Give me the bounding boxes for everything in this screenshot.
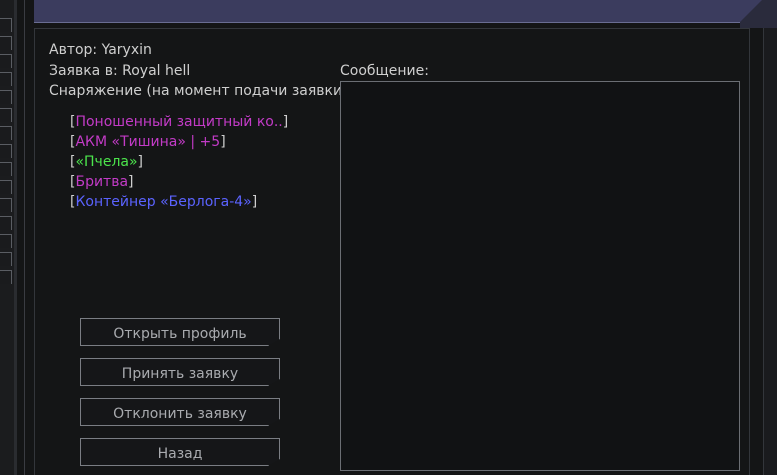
- rail-notch: [0, 36, 12, 50]
- right-edge: [763, 28, 777, 475]
- equipment-item-name: Контейнер «Берлога-4»: [75, 194, 252, 210]
- target-line: Заявка в: Royal hell: [49, 63, 191, 79]
- equipment-list: [Поношенный защитный ко..] [АКМ «Тишина»…: [70, 112, 288, 212]
- accept-button[interactable]: Принять заявку: [80, 358, 280, 386]
- header-corner: [740, 0, 777, 28]
- back-button[interactable]: Назад: [80, 438, 280, 466]
- rail-notch: [0, 144, 12, 158]
- equipment-item-name: Бритва: [75, 174, 129, 190]
- equipment-item[interactable]: [«Пчела»]: [70, 152, 288, 172]
- author-line: Автор: Yaryxin: [49, 42, 152, 58]
- equipment-item-name: АКМ «Тишина» | +5: [75, 134, 221, 150]
- open-profile-button[interactable]: Открыть профиль: [80, 318, 280, 346]
- panel-header: [34, 0, 754, 23]
- rail-divider: [14, 0, 17, 475]
- equipment-item[interactable]: [АКМ «Тишина» | +5]: [70, 132, 288, 152]
- equipment-item-name: «Пчела»: [75, 154, 138, 170]
- open-profile-label: Открыть профиль: [113, 326, 247, 342]
- equipment-item[interactable]: [Бритва]: [70, 172, 288, 192]
- decline-button[interactable]: Отклонить заявку: [80, 398, 280, 426]
- message-label: Сообщение:: [340, 63, 429, 79]
- equipment-item[interactable]: [Поношенный защитный ко..]: [70, 112, 288, 132]
- rail-notch: [0, 54, 12, 68]
- rail-notch: [0, 180, 12, 194]
- rail-notch: [0, 270, 12, 284]
- rail-notch: [0, 18, 12, 32]
- equipment-item-name: Поношенный защитный ко..: [75, 114, 283, 130]
- rail-notch: [0, 72, 12, 86]
- rail-notch: [0, 252, 12, 266]
- rail-notch: [0, 90, 12, 104]
- equipment-item[interactable]: [Контейнер «Берлога-4»]: [70, 192, 288, 212]
- equipment-heading: Снаряжение (на момент подачи заявки):: [49, 83, 353, 99]
- accept-label: Принять заявку: [121, 366, 239, 382]
- rail-notch: [0, 216, 12, 230]
- rail-notch: [0, 162, 12, 176]
- back-label: Назад: [157, 446, 203, 462]
- rail-notch: [0, 234, 12, 248]
- rail-notch: [0, 108, 12, 122]
- decline-label: Отклонить заявку: [113, 406, 247, 422]
- rail-notch: [0, 198, 12, 212]
- rail-notch: [0, 126, 12, 140]
- left-rail: [0, 0, 14, 475]
- message-textarea[interactable]: [340, 81, 740, 471]
